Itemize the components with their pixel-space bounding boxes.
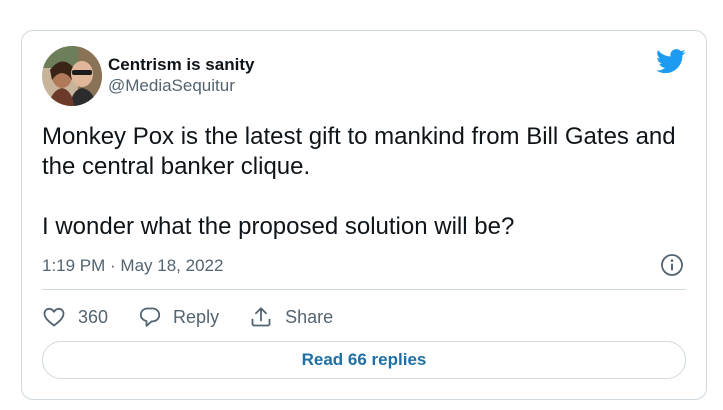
tweet-text-line: I wonder what the proposed solution will… bbox=[42, 213, 515, 240]
divider bbox=[42, 289, 686, 290]
author-block[interactable]: Centrism is sanity @MediaSequitur bbox=[108, 55, 254, 97]
reply-button[interactable]: Reply bbox=[138, 305, 219, 329]
avatar-photo-icon bbox=[42, 46, 102, 106]
tweet-timestamp[interactable]: 1:19 PM · May 18, 2022 bbox=[42, 255, 223, 277]
tweet-text-line: Monkey Pox is the latest gift to mankind… bbox=[42, 123, 676, 180]
author-display-name[interactable]: Centrism is sanity bbox=[108, 55, 254, 75]
author-handle[interactable]: @MediaSequitur bbox=[108, 75, 254, 97]
reply-label: Reply bbox=[173, 306, 220, 327]
twitter-bird-icon[interactable] bbox=[656, 49, 686, 74]
tweet-text: Monkey Pox is the latest gift to mankind… bbox=[42, 122, 682, 242]
tweet-actions: 360 Reply Share bbox=[42, 303, 363, 331]
read-replies-button[interactable]: Read 66 replies bbox=[42, 341, 686, 379]
like-button[interactable]: 360 bbox=[42, 305, 108, 329]
heart-icon bbox=[43, 307, 65, 327]
avatar[interactable] bbox=[42, 46, 102, 106]
share-button[interactable]: Share bbox=[249, 305, 333, 329]
like-count: 360 bbox=[78, 306, 109, 327]
reply-bubble-icon bbox=[139, 307, 161, 327]
info-icon[interactable] bbox=[660, 253, 684, 277]
share-icon bbox=[251, 307, 271, 327]
tweet-card[interactable]: Centrism is sanity @MediaSequitur Monkey… bbox=[21, 30, 707, 400]
share-label: Share bbox=[285, 306, 334, 327]
